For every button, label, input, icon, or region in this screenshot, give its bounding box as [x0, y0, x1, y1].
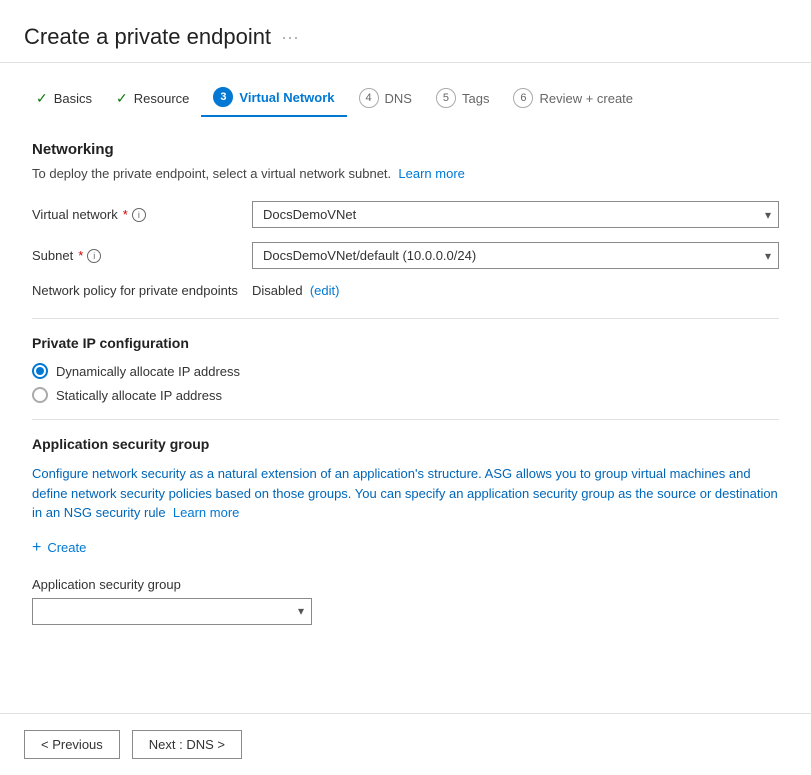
- private-ip-title: Private IP configuration: [32, 335, 779, 351]
- more-options-icon[interactable]: ···: [281, 27, 299, 48]
- step-virtual-network-number: 3: [213, 87, 233, 107]
- step-dns[interactable]: 4 DNS: [347, 80, 424, 116]
- page-title-text: Create a private endpoint: [24, 24, 271, 50]
- asg-create-label: Create: [47, 540, 86, 555]
- virtual-network-control: DocsDemoVNet: [252, 201, 779, 228]
- radio-dynamic-circle: [32, 363, 48, 379]
- radio-static-circle: [32, 387, 48, 403]
- step-tags[interactable]: 5 Tags: [424, 80, 501, 116]
- subnet-select[interactable]: DocsDemoVNet/default (10.0.0.0/24): [252, 242, 779, 269]
- virtual-network-select[interactable]: DocsDemoVNet: [252, 201, 779, 228]
- subnet-select-wrapper: DocsDemoVNet/default (10.0.0.0/24): [252, 242, 779, 269]
- step-resource[interactable]: ✓ Resource: [104, 82, 201, 115]
- step-basics-check-icon: ✓: [36, 90, 48, 107]
- radio-dynamic[interactable]: Dynamically allocate IP address: [32, 363, 779, 379]
- subnet-info-icon[interactable]: i: [87, 249, 101, 263]
- section-divider-2: [32, 419, 779, 420]
- networking-description: To deploy the private endpoint, select a…: [32, 166, 779, 181]
- networking-title: Networking: [32, 141, 779, 158]
- asg-select-wrapper: [32, 598, 312, 625]
- step-dns-number: 4: [359, 88, 379, 108]
- asg-learn-more-link[interactable]: Learn more: [173, 505, 239, 520]
- asg-section: Application security group Configure net…: [32, 436, 779, 625]
- asg-description: Configure network security as a natural …: [32, 464, 779, 523]
- radio-static[interactable]: Statically allocate IP address: [32, 387, 779, 403]
- main-content: Networking To deploy the private endpoin…: [0, 117, 811, 713]
- radio-dynamic-label: Dynamically allocate IP address: [56, 364, 240, 379]
- step-virtual-network-label: Virtual Network: [239, 90, 334, 105]
- next-button[interactable]: Next : DNS >: [132, 730, 242, 759]
- previous-button[interactable]: < Previous: [24, 730, 120, 759]
- networking-learn-more-link[interactable]: Learn more: [398, 166, 464, 181]
- step-basics-label: Basics: [54, 91, 92, 106]
- asg-title: Application security group: [32, 436, 779, 452]
- step-basics[interactable]: ✓ Basics: [24, 82, 104, 115]
- virtual-network-info-icon[interactable]: i: [132, 208, 146, 222]
- create-private-endpoint-page: Create a private endpoint ··· ✓ Basics ✓…: [0, 0, 811, 775]
- asg-create-button[interactable]: + Create: [32, 539, 86, 557]
- step-review-label: Review + create: [539, 91, 633, 106]
- network-policy-value: Disabled (edit): [252, 283, 339, 298]
- step-resource-label: Resource: [134, 91, 190, 106]
- step-tags-label: Tags: [462, 91, 489, 106]
- subnet-row: Subnet * i DocsDemoVNet/default (10.0.0.…: [32, 242, 779, 269]
- asg-select[interactable]: [32, 598, 312, 625]
- virtual-network-required: *: [123, 207, 128, 222]
- step-dns-label: DNS: [385, 91, 412, 106]
- page-title: Create a private endpoint ···: [24, 24, 787, 50]
- virtual-network-label: Virtual network * i: [32, 207, 252, 222]
- step-review-number: 6: [513, 88, 533, 108]
- asg-dropdown-label: Application security group: [32, 577, 779, 592]
- section-divider-1: [32, 318, 779, 319]
- private-ip-radio-group: Dynamically allocate IP address Statical…: [32, 363, 779, 403]
- step-virtual-network[interactable]: 3 Virtual Network: [201, 79, 346, 117]
- virtual-network-select-wrapper: DocsDemoVNet: [252, 201, 779, 228]
- radio-static-label: Statically allocate IP address: [56, 388, 222, 403]
- step-tags-number: 5: [436, 88, 456, 108]
- subnet-control: DocsDemoVNet/default (10.0.0.0/24): [252, 242, 779, 269]
- page-footer: < Previous Next : DNS >: [0, 713, 811, 775]
- page-header: Create a private endpoint ···: [0, 0, 811, 63]
- network-policy-edit-link[interactable]: (edit): [310, 283, 340, 298]
- network-policy-row: Network policy for private endpoints Dis…: [32, 283, 779, 298]
- step-review[interactable]: 6 Review + create: [501, 80, 645, 116]
- networking-desc-text: To deploy the private endpoint, select a…: [32, 166, 391, 181]
- virtual-network-row: Virtual network * i DocsDemoVNet: [32, 201, 779, 228]
- subnet-required: *: [78, 248, 83, 263]
- plus-icon: +: [32, 539, 41, 557]
- wizard-steps: ✓ Basics ✓ Resource 3 Virtual Network 4 …: [0, 63, 811, 117]
- step-resource-check-icon: ✓: [116, 90, 128, 107]
- subnet-label: Subnet * i: [32, 248, 252, 263]
- network-policy-label: Network policy for private endpoints: [32, 283, 252, 298]
